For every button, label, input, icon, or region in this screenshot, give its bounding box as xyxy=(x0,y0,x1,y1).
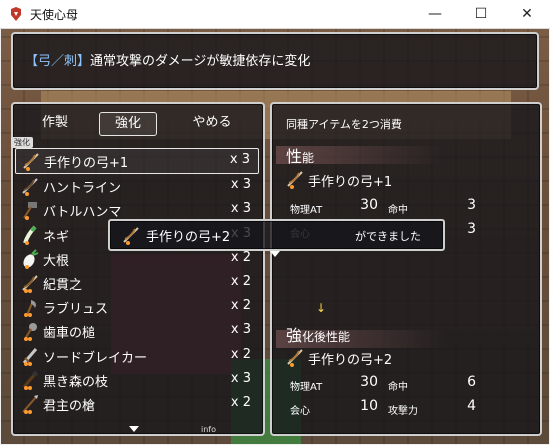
title-bar: 天使心母 — ☐ ✕ xyxy=(0,0,550,29)
list-item[interactable]: 手作りの弓+1 x 3 xyxy=(15,148,259,175)
after-hit-label: 命中 xyxy=(388,382,408,393)
list-item[interactable]: ハントライン x 3 xyxy=(15,174,259,198)
detail-panel: 同種アイテムを2つ消費 性能 手作りの弓+1 物理AT 30 命中 3 会心 3… xyxy=(270,102,542,436)
app-icon xyxy=(11,7,21,21)
list-item[interactable]: 紀貫之 x 2 xyxy=(15,271,259,295)
before-item-name: 手作りの弓+1 xyxy=(308,175,393,190)
result-popup: 手作りの弓+2 ができました xyxy=(108,219,445,257)
before-hit-label: 命中 xyxy=(388,205,408,216)
list-item[interactable]: 君主の槍 x 2 xyxy=(15,392,259,416)
command-tabs: 作製 強化 やめる xyxy=(13,104,263,138)
sword-icon xyxy=(22,347,38,366)
item-list: 手作りの弓+1 x 3 ハントライン x 3 バトルハンマ x 3 ネギ x 3 xyxy=(15,148,259,416)
bow-icon xyxy=(287,349,303,367)
consume-note: 同種アイテムを2つ消費 xyxy=(286,118,402,131)
list-item[interactable]: 黒き森の枝 x 3 xyxy=(15,368,259,392)
bow-icon xyxy=(123,227,139,245)
bow-icon xyxy=(23,153,39,171)
hammer-icon xyxy=(23,202,37,221)
after-atk-value: 30 xyxy=(360,374,378,390)
hammer-icon xyxy=(24,323,37,342)
game-screen: 【弓／刺】通常攻撃のダメージが敏捷依存に変化 作製 強化 やめる 強化 手作りの… xyxy=(1,29,549,444)
spear-icon xyxy=(22,394,38,414)
description-body: 通常攻撃のダメージが敏捷依存に変化 xyxy=(90,54,311,69)
after-item-name: 手作りの弓+2 xyxy=(308,353,393,368)
popup-item-name: 手作りの弓+2 xyxy=(146,230,231,245)
bow-icon xyxy=(22,178,38,197)
info-tag: info xyxy=(201,425,217,434)
bow-icon xyxy=(22,275,38,293)
before-atk-value: 30 xyxy=(360,197,378,213)
after-pow-label: 攻撃力 xyxy=(388,406,418,417)
radish-icon xyxy=(23,249,39,269)
before-hit-value: 3 xyxy=(467,197,476,213)
description-panel: 【弓／刺】通常攻撃のダメージが敏捷依存に変化 xyxy=(11,32,539,90)
staff-icon xyxy=(22,371,38,390)
minimize-button[interactable]: — xyxy=(412,0,458,28)
before-atk-label: 物理AT xyxy=(290,205,323,216)
maximize-button[interactable]: ☐ xyxy=(458,0,504,28)
description-category: 【弓／刺】 xyxy=(25,54,91,69)
after-section-title: 強化後性能 xyxy=(286,326,351,345)
after-hit-value: 6 xyxy=(467,374,476,390)
description-text: 【弓／刺】通常攻撃のダメージが敏捷依存に変化 xyxy=(25,50,310,69)
window-title: 天使心母 xyxy=(30,8,79,22)
game-window: 天使心母 — ☐ ✕ 【弓／刺】通常攻撃のダメージが敏捷依存に変化 作製 強化 … xyxy=(0,0,550,445)
down-arrow-icon: ↓ xyxy=(316,301,327,315)
after-atk-label: 物理AT xyxy=(290,382,323,393)
after-crit-value: 10 xyxy=(360,398,378,414)
mode-tag: 強化 xyxy=(11,137,33,148)
tab-enhance[interactable]: 強化 xyxy=(99,112,157,136)
tab-craft[interactable]: 作製 xyxy=(27,112,83,134)
bow-icon xyxy=(287,171,303,189)
list-item[interactable]: ラブリュス x 2 xyxy=(15,295,259,319)
before-section-title: 性能 xyxy=(286,147,315,166)
list-item[interactable]: ソードブレイカー x 2 xyxy=(15,344,259,368)
leek-icon xyxy=(23,225,37,245)
scroll-down-indicator[interactable] xyxy=(129,426,139,432)
after-crit-label: 会心 xyxy=(290,406,310,417)
close-button[interactable]: ✕ xyxy=(504,0,550,28)
list-item[interactable]: 歯車の槌 x 3 xyxy=(15,319,259,343)
item-list-panel: 作製 強化 やめる 強化 手作りの弓+1 x 3 ハントライン x 3 バトルハ… xyxy=(11,102,265,436)
axe-icon xyxy=(24,300,36,318)
after-pow-value: 4 xyxy=(467,398,476,414)
tab-cancel[interactable]: やめる xyxy=(179,112,245,134)
before-value-2: 3 xyxy=(467,221,476,237)
popup-continue-indicator[interactable] xyxy=(270,251,280,257)
popup-message: ができました xyxy=(355,230,421,243)
